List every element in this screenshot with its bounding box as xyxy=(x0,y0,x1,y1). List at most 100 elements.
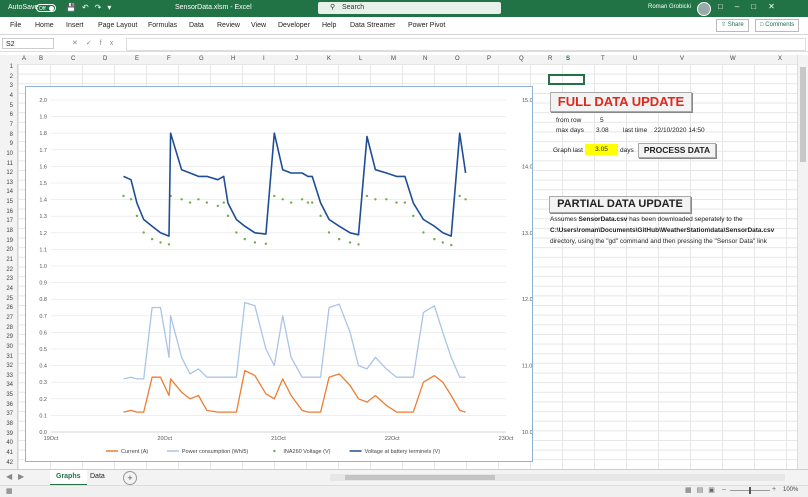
tab-review[interactable]: Review xyxy=(217,22,240,29)
row-header[interactable]: 5 xyxy=(10,103,13,109)
row-header[interactable]: 35 xyxy=(6,392,13,398)
row-header[interactable]: 20 xyxy=(6,247,13,253)
row-header[interactable]: 13 xyxy=(6,180,13,186)
col-header[interactable]: H xyxy=(231,56,235,62)
row-header[interactable]: 22 xyxy=(6,267,13,273)
col-header[interactable]: U xyxy=(633,56,637,62)
row-header[interactable]: 33 xyxy=(6,373,13,379)
page-break-icon[interactable]: ▣ xyxy=(708,487,720,494)
minimize-icon[interactable]: – xyxy=(735,2,751,11)
col-header[interactable]: E xyxy=(135,56,139,62)
row-header[interactable]: 29 xyxy=(6,334,13,340)
col-header[interactable]: K xyxy=(327,56,331,62)
row-header[interactable]: 3 xyxy=(10,83,13,89)
row-header[interactable]: 2 xyxy=(10,74,13,80)
row-header[interactable]: 6 xyxy=(10,112,13,118)
col-header[interactable]: G xyxy=(199,56,204,62)
tab-view[interactable]: View xyxy=(251,22,266,29)
enter-icon[interactable]: ✓ xyxy=(86,40,100,47)
next-sheet-icon[interactable]: ▶ xyxy=(18,472,24,481)
tab-home[interactable]: Home xyxy=(35,22,54,29)
row-header[interactable]: 31 xyxy=(6,354,13,360)
row-header[interactable]: 16 xyxy=(6,209,13,215)
zoom-level[interactable]: 100% xyxy=(783,487,798,493)
row-header[interactable]: 10 xyxy=(6,151,13,157)
zoom-slider-thumb[interactable] xyxy=(749,487,751,494)
undo-icon[interactable]: ↶ xyxy=(82,3,95,12)
col-header[interactable]: A xyxy=(22,56,26,62)
macro-record-icon[interactable]: ▦ xyxy=(6,487,13,495)
col-header[interactable]: L xyxy=(359,56,362,62)
row-header[interactable]: 41 xyxy=(6,450,13,456)
user-name[interactable]: Roman Grobicki xyxy=(648,4,691,10)
zoom-out-icon[interactable]: – xyxy=(722,486,726,493)
row-header[interactable]: 8 xyxy=(10,132,13,138)
row-header[interactable]: 4 xyxy=(10,93,13,99)
col-header[interactable]: F xyxy=(167,56,171,62)
tab-page-layout[interactable]: Page Layout xyxy=(98,22,137,29)
vertical-scrollbar[interactable] xyxy=(797,55,808,469)
col-header[interactable]: B xyxy=(39,56,43,62)
row-header[interactable]: 24 xyxy=(6,286,13,292)
partial-data-update-button[interactable]: PARTIAL DATA UPDATE xyxy=(549,196,691,213)
sheet-tab-graphs[interactable]: Graphs xyxy=(50,470,87,486)
vertical-scroll-thumb[interactable] xyxy=(800,67,806,162)
col-header[interactable]: R xyxy=(548,56,552,62)
col-header[interactable]: D xyxy=(103,56,107,62)
avatar[interactable] xyxy=(697,2,711,16)
row-header[interactable]: 18 xyxy=(6,228,13,234)
fx-label[interactable]: fx xyxy=(100,40,121,47)
row-header[interactable]: 42 xyxy=(6,460,13,466)
tab-file[interactable]: File xyxy=(10,22,21,29)
col-header[interactable]: S xyxy=(566,56,570,62)
row-header[interactable]: 40 xyxy=(6,440,13,446)
col-header[interactable]: N xyxy=(423,56,427,62)
row-header[interactable]: 36 xyxy=(6,402,13,408)
name-box[interactable]: S2 xyxy=(2,38,54,49)
save-icon[interactable]: 💾 xyxy=(66,3,82,12)
tab-help[interactable]: Help xyxy=(322,22,336,29)
tab-data[interactable]: Data xyxy=(189,22,204,29)
row-header[interactable]: 12 xyxy=(6,170,13,176)
row-header[interactable]: 37 xyxy=(6,411,13,417)
selected-cell[interactable] xyxy=(548,74,585,85)
row-header[interactable]: 9 xyxy=(10,141,13,147)
formula-input[interactable] xyxy=(126,38,806,51)
row-header[interactable]: 1 xyxy=(10,64,13,70)
row-header[interactable]: 26 xyxy=(6,305,13,311)
ribbon-display-icon[interactable]: □ xyxy=(718,2,735,11)
col-header[interactable]: I xyxy=(263,56,265,62)
col-header[interactable]: C xyxy=(71,56,75,62)
row-header[interactable]: 15 xyxy=(6,199,13,205)
col-header[interactable]: V xyxy=(680,56,684,62)
row-header[interactable]: 38 xyxy=(6,421,13,427)
row-header[interactable]: 7 xyxy=(10,122,13,128)
tab-formulas[interactable]: Formulas xyxy=(148,22,177,29)
cancel-icon[interactable]: ✕ xyxy=(72,40,86,47)
autosave-toggle[interactable]: Off xyxy=(36,4,56,12)
col-header[interactable]: X xyxy=(778,56,782,62)
row-header[interactable]: 14 xyxy=(6,189,13,195)
row-header[interactable]: 19 xyxy=(6,238,13,244)
sheet-tab-data[interactable]: Data xyxy=(84,470,111,484)
maximize-icon[interactable]: □ xyxy=(751,2,768,11)
zoom-in-icon[interactable]: + xyxy=(772,486,776,493)
process-data-button[interactable]: PROCESS DATA xyxy=(638,143,716,158)
col-header[interactable]: J xyxy=(295,56,298,62)
col-header[interactable]: T xyxy=(601,56,605,62)
search-box[interactable]: ⚲ Search xyxy=(318,2,501,14)
row-header[interactable]: 28 xyxy=(6,325,13,331)
row-header[interactable]: 34 xyxy=(6,382,13,388)
chart-area[interactable]: 0.0 0.1 0.2 0.3 0.4 0.5 0.6 0.7 0.8 0.9 1.0 1.1 1.2 1… xyxy=(25,86,533,462)
row-header[interactable]: 32 xyxy=(6,363,13,369)
tab-data-streamer[interactable]: Data Streamer xyxy=(350,22,396,29)
graph-last-days-cell[interactable]: 3.05 xyxy=(585,144,618,155)
tab-developer[interactable]: Developer xyxy=(278,22,310,29)
row-header[interactable]: 17 xyxy=(6,218,13,224)
row-header[interactable]: 21 xyxy=(6,257,13,263)
row-header[interactable]: 30 xyxy=(6,344,13,350)
col-header[interactable]: M xyxy=(391,56,396,62)
row-header[interactable]: 23 xyxy=(6,276,13,282)
prev-sheet-icon[interactable]: ◀ xyxy=(6,472,12,481)
horizontal-scrollbar[interactable] xyxy=(330,474,785,481)
